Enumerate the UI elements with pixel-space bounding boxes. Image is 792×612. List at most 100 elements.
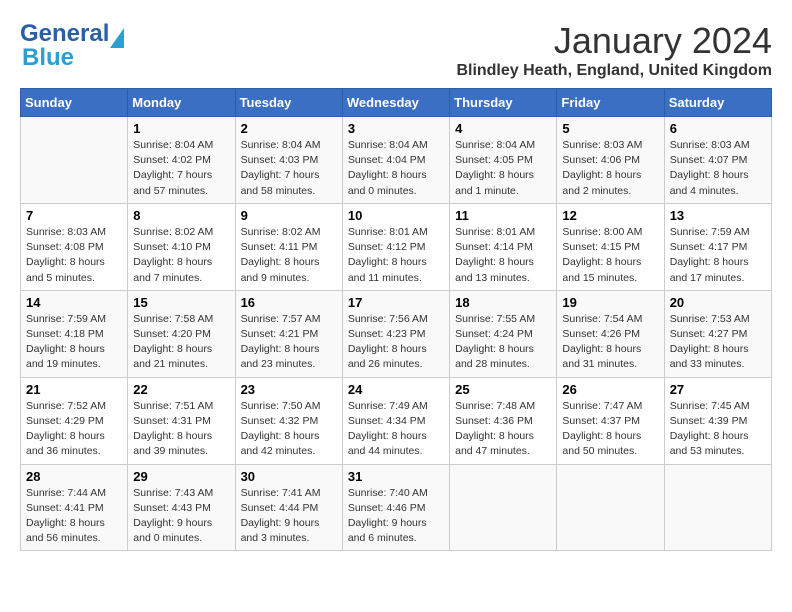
day-info: Sunrise: 7:53 AM Sunset: 4:27 PM Dayligh… (670, 312, 766, 373)
day-info: Sunrise: 8:03 AM Sunset: 4:07 PM Dayligh… (670, 138, 766, 199)
day-number: 10 (348, 208, 444, 223)
calendar-cell (557, 464, 664, 551)
week-row-5: 28 Sunrise: 7:44 AM Sunset: 4:41 PM Dayli… (21, 464, 772, 551)
day-number: 20 (670, 295, 766, 310)
day-number: 1 (133, 121, 229, 136)
calendar-cell: 22 Sunrise: 7:51 AM Sunset: 4:31 PM Dayli… (128, 377, 235, 464)
day-number: 8 (133, 208, 229, 223)
calendar-table: SundayMondayTuesdayWednesdayThursdayFrid… (20, 88, 772, 551)
calendar-cell: 30Sunrise: 7:41 AM Sunset: 4:44 PM Dayli… (235, 464, 342, 551)
day-info: Sunrise: 7:57 AM Sunset: 4:21 PM Dayligh… (241, 312, 337, 373)
day-number: 22 (133, 382, 229, 397)
calendar-cell: 21 Sunrise: 7:52 AM Sunset: 4:29 PM Dayli… (21, 377, 128, 464)
calendar-cell: 26Sunrise: 7:47 AM Sunset: 4:37 PM Dayli… (557, 377, 664, 464)
day-number: 3 (348, 121, 444, 136)
day-number: 31 (348, 469, 444, 484)
day-number: 6 (670, 121, 766, 136)
day-number: 19 (562, 295, 658, 310)
location-subtitle: Blindley Heath, England, United Kingdom (456, 62, 772, 80)
day-number: 9 (241, 208, 337, 223)
day-number: 24 (348, 382, 444, 397)
day-number: 13 (670, 208, 766, 223)
calendar-cell: 9 Sunrise: 8:02 AM Sunset: 4:11 PM Daylig… (235, 203, 342, 290)
week-row-2: 7 Sunrise: 8:03 AM Sunset: 4:08 PM Daylig… (21, 203, 772, 290)
day-number: 2 (241, 121, 337, 136)
day-info: Sunrise: 7:50 AM Sunset: 4:32 PM Dayligh… (241, 399, 337, 460)
day-info: Sunrise: 7:54 AM Sunset: 4:26 PM Dayligh… (562, 312, 658, 373)
day-info: Sunrise: 7:58 AM Sunset: 4:20 PM Dayligh… (133, 312, 229, 373)
calendar-cell: 18Sunrise: 7:55 AM Sunset: 4:24 PM Dayli… (450, 290, 557, 377)
day-info: Sunrise: 8:03 AM Sunset: 4:06 PM Dayligh… (562, 138, 658, 199)
day-info: Sunrise: 8:01 AM Sunset: 4:14 PM Dayligh… (455, 225, 551, 286)
calendar-cell (21, 117, 128, 204)
calendar-cell: 27 Sunrise: 7:45 AM Sunset: 4:39 PM Dayli… (664, 377, 771, 464)
day-header-tuesday: Tuesday (235, 89, 342, 117)
day-number: 25 (455, 382, 551, 397)
calendar-cell: 29 Sunrise: 7:43 AM Sunset: 4:43 PM Dayli… (128, 464, 235, 551)
day-number: 7 (26, 208, 122, 223)
calendar-body: 1Sunrise: 8:04 AM Sunset: 4:02 PM Daylig… (21, 117, 772, 551)
day-info: Sunrise: 8:00 AM Sunset: 4:15 PM Dayligh… (562, 225, 658, 286)
day-number: 16 (241, 295, 337, 310)
day-header-wednesday: Wednesday (342, 89, 449, 117)
day-number: 12 (562, 208, 658, 223)
day-info: Sunrise: 7:48 AM Sunset: 4:36 PM Dayligh… (455, 399, 551, 460)
day-number: 11 (455, 208, 551, 223)
logo-blue: Blue (22, 44, 74, 72)
day-info: Sunrise: 7:52 AM Sunset: 4:29 PM Dayligh… (26, 399, 122, 460)
calendar-cell: 13 Sunrise: 7:59 AM Sunset: 4:17 PM Dayli… (664, 203, 771, 290)
day-number: 15 (133, 295, 229, 310)
day-info: Sunrise: 7:41 AM Sunset: 4:44 PM Dayligh… (241, 486, 337, 547)
day-number: 4 (455, 121, 551, 136)
calendar-cell: 16 Sunrise: 7:57 AM Sunset: 4:21 PM Dayli… (235, 290, 342, 377)
day-number: 28 (26, 469, 122, 484)
day-info: Sunrise: 7:59 AM Sunset: 4:17 PM Dayligh… (670, 225, 766, 286)
calendar-cell: 19 Sunrise: 7:54 AM Sunset: 4:26 PM Dayli… (557, 290, 664, 377)
week-row-1: 1Sunrise: 8:04 AM Sunset: 4:02 PM Daylig… (21, 117, 772, 204)
calendar-cell: 10 Sunrise: 8:01 AM Sunset: 4:12 PM Dayli… (342, 203, 449, 290)
day-number: 29 (133, 469, 229, 484)
calendar-cell: 7 Sunrise: 8:03 AM Sunset: 4:08 PM Daylig… (21, 203, 128, 290)
day-info: Sunrise: 7:43 AM Sunset: 4:43 PM Dayligh… (133, 486, 229, 547)
calendar-cell: 4 Sunrise: 8:04 AM Sunset: 4:05 PM Daylig… (450, 117, 557, 204)
day-info: Sunrise: 7:56 AM Sunset: 4:23 PM Dayligh… (348, 312, 444, 373)
day-header-saturday: Saturday (664, 89, 771, 117)
day-number: 23 (241, 382, 337, 397)
calendar-cell (664, 464, 771, 551)
day-number: 21 (26, 382, 122, 397)
day-info: Sunrise: 8:04 AM Sunset: 4:04 PM Dayligh… (348, 138, 444, 199)
calendar-cell: 8 Sunrise: 8:02 AM Sunset: 4:10 PM Daylig… (128, 203, 235, 290)
calendar-cell: 20 Sunrise: 7:53 AM Sunset: 4:27 PM Dayli… (664, 290, 771, 377)
day-info: Sunrise: 8:01 AM Sunset: 4:12 PM Dayligh… (348, 225, 444, 286)
calendar-cell: 23 Sunrise: 7:50 AM Sunset: 4:32 PM Dayli… (235, 377, 342, 464)
calendar-cell: 11 Sunrise: 8:01 AM Sunset: 4:14 PM Dayli… (450, 203, 557, 290)
day-header-sunday: Sunday (21, 89, 128, 117)
day-info: Sunrise: 8:04 AM Sunset: 4:05 PM Dayligh… (455, 138, 551, 199)
calendar-cell: 25 Sunrise: 7:48 AM Sunset: 4:36 PM Dayli… (450, 377, 557, 464)
page-header: General Blue January 2024 Blindley Heath… (20, 20, 772, 80)
week-row-4: 21 Sunrise: 7:52 AM Sunset: 4:29 PM Dayli… (21, 377, 772, 464)
month-title: January 2024 (456, 20, 772, 62)
calendar-cell: 2 Sunrise: 8:04 AM Sunset: 4:03 PM Daylig… (235, 117, 342, 204)
day-info: Sunrise: 8:02 AM Sunset: 4:10 PM Dayligh… (133, 225, 229, 286)
day-number: 18 (455, 295, 551, 310)
day-header-friday: Friday (557, 89, 664, 117)
day-info: Sunrise: 7:49 AM Sunset: 4:34 PM Dayligh… (348, 399, 444, 460)
day-info: Sunrise: 8:03 AM Sunset: 4:08 PM Dayligh… (26, 225, 122, 286)
day-info: Sunrise: 7:44 AM Sunset: 4:41 PM Dayligh… (26, 486, 122, 547)
calendar-header-row: SundayMondayTuesdayWednesdayThursdayFrid… (21, 89, 772, 117)
day-number: 17 (348, 295, 444, 310)
day-number: 14 (26, 295, 122, 310)
day-info: Sunrise: 8:04 AM Sunset: 4:03 PM Dayligh… (241, 138, 337, 199)
day-info: Sunrise: 7:47 AM Sunset: 4:37 PM Dayligh… (562, 399, 658, 460)
calendar-cell (450, 464, 557, 551)
calendar-cell: 28 Sunrise: 7:44 AM Sunset: 4:41 PM Dayli… (21, 464, 128, 551)
week-row-3: 14Sunrise: 7:59 AM Sunset: 4:18 PM Dayli… (21, 290, 772, 377)
calendar-cell: 12 Sunrise: 8:00 AM Sunset: 4:15 PM Dayli… (557, 203, 664, 290)
day-info: Sunrise: 7:51 AM Sunset: 4:31 PM Dayligh… (133, 399, 229, 460)
day-info: Sunrise: 8:02 AM Sunset: 4:11 PM Dayligh… (241, 225, 337, 286)
day-header-monday: Monday (128, 89, 235, 117)
calendar-cell: 14Sunrise: 7:59 AM Sunset: 4:18 PM Dayli… (21, 290, 128, 377)
day-info: Sunrise: 7:45 AM Sunset: 4:39 PM Dayligh… (670, 399, 766, 460)
day-number: 27 (670, 382, 766, 397)
